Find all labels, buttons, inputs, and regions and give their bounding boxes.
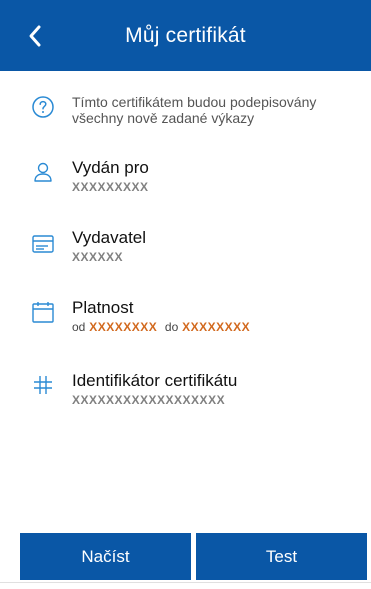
question-circle-icon: [32, 96, 54, 118]
validity-label: Platnost: [72, 298, 134, 317]
issuer-value: XXXXXX: [72, 250, 124, 264]
identifier-label: Identifikátor certifikátu: [72, 371, 238, 390]
calendar-icon: [32, 302, 54, 323]
action-buttons: Načíst Test: [20, 533, 367, 580]
issuer-row: Vydavatel XXXXXX: [0, 228, 371, 274]
validity-row: Platnost od XXXXXXXX do XXXXXXXX: [0, 298, 371, 344]
card-icon: [32, 235, 54, 253]
divider: [0, 582, 371, 583]
info-text: Tímto certifikátem budou podepisovány vš…: [72, 94, 317, 126]
issuer-label: Vydavatel: [72, 228, 147, 247]
identifier-row: Identifikátor certifikátu XXXXXXXXXXXXXX…: [0, 371, 371, 417]
identifier-value: XXXXXXXXXXXXXXXXXX: [72, 393, 226, 407]
issued-to-label: Vydán pro: [72, 158, 149, 177]
hash-icon: [34, 376, 52, 394]
load-button[interactable]: Načíst: [20, 533, 191, 580]
issued-to-row: Vydán pro XXXXXXXXX: [0, 158, 371, 204]
validity-value: od XXXXXXXX do XXXXXXXX: [72, 320, 251, 334]
valid-to-value: XXXXXXXX: [182, 320, 251, 334]
issued-to-value: XXXXXXXXX: [72, 180, 149, 194]
page-title: Můj certifikát: [125, 24, 246, 47]
user-icon: [34, 162, 52, 182]
valid-from-value: XXXXXXXX: [89, 320, 158, 334]
info-row: Tímto certifikátem budou podepisovány vš…: [0, 92, 371, 132]
test-button[interactable]: Test: [196, 533, 367, 580]
app-bar: Můj certifikát: [0, 0, 371, 71]
